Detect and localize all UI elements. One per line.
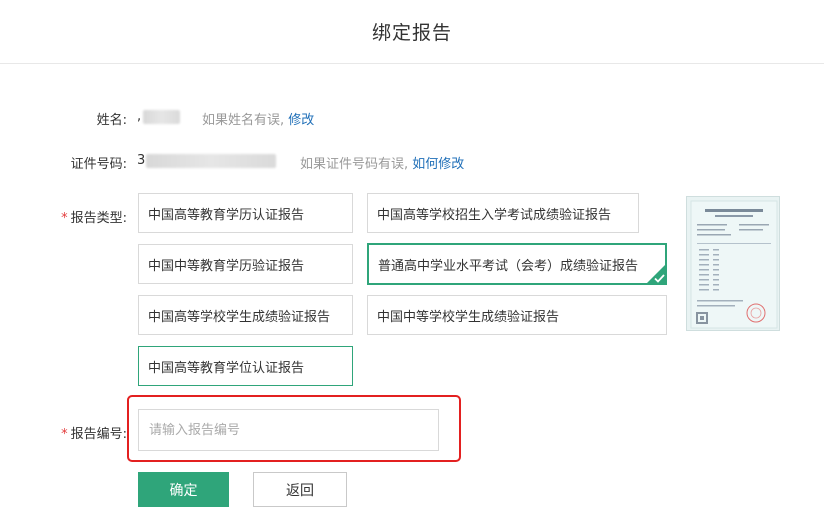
report-type-label: * 报告类型: [40,207,127,226]
report-number-label: * 报告编号: [40,423,127,442]
report-type-label-text: 报告类型: [70,211,127,226]
option-label: 中国中等学校学生成绩验证报告 [377,309,560,325]
report-type-option-secondary-edu-cert[interactable]: 中国中等教育学历验证报告 [138,244,353,284]
confirm-button[interactable]: 确定 [138,472,229,507]
back-button[interactable]: 返回 [253,472,347,507]
report-type-option-higher-edu-transcript[interactable]: 中国高等学校学生成绩验证报告 [138,295,353,335]
page-header: 绑定报告 [0,0,824,64]
id-number-label: 证件号码: [70,157,127,172]
option-label: 普通高中学业水平考试（会考）成绩验证报告 [378,258,639,274]
report-type-option-academic-proficiency-exam[interactable]: 普通高中学业水平考试（会考）成绩验证报告 [367,243,667,285]
name-value-prefix: , [137,109,142,124]
edit-name-link[interactable]: 修改 [288,113,314,128]
report-sample-thumbnail[interactable] [686,196,780,331]
report-type-option-higher-edu-degree[interactable]: 中国高等教育学位认证报告 [138,346,353,386]
id-number-hint-text: 如果证件号码有误, [300,157,409,172]
id-number-value-redacted [146,154,276,168]
name-hint: 如果姓名有误, 修改 [202,109,314,128]
option-label: 中国中等教育学历验证报告 [148,258,305,274]
option-label: 中国高等教育学位认证报告 [148,360,305,376]
name-value-redacted [143,110,180,124]
option-label: 中国高等学校招生入学考试成绩验证报告 [377,207,612,223]
report-number-label-text: 报告编号: [70,427,127,442]
name-label: 姓名: [96,113,127,128]
required-mark: * [61,211,68,226]
option-label: 中国高等教育学历认证报告 [148,207,305,223]
required-mark: * [61,427,68,442]
report-type-option-secondary-transcript[interactable]: 中国中等学校学生成绩验证报告 [367,295,667,335]
report-sample-image [690,200,778,329]
id-number-value-prefix: 3 [137,153,146,168]
page-title: 绑定报告 [371,22,452,44]
id-number-hint: 如果证件号码有误, 如何修改 [300,153,464,172]
name-hint-text: 如果姓名有误, [202,113,285,128]
check-icon [646,264,666,284]
report-type-option-higher-edu-degree-cert[interactable]: 中国高等教育学历认证报告 [138,193,353,233]
report-number-input[interactable] [138,409,439,451]
report-type-option-college-entrance-exam[interactable]: 中国高等学校招生入学考试成绩验证报告 [367,193,639,233]
option-label: 中国高等学校学生成绩验证报告 [148,309,331,325]
how-to-edit-id-link[interactable]: 如何修改 [412,157,464,172]
